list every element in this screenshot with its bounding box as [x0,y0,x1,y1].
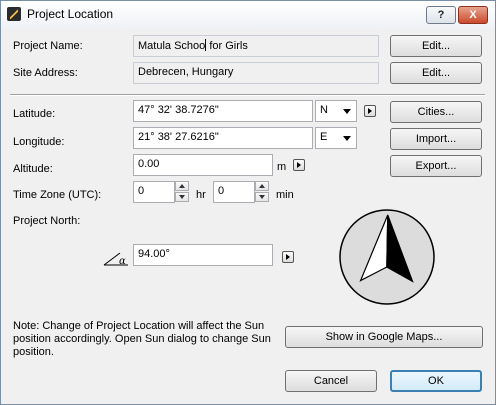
site-address-label: Site Address: [13,67,78,79]
project-name-edit-button[interactable]: Edit... [390,35,482,57]
angle-icon: α [103,252,128,267]
title-bar: Project Location ? X [1,1,495,29]
altitude-unit: m [277,161,287,173]
help-button[interactable]: ? [426,6,456,24]
chevron-down-icon [343,109,351,114]
chevron-down-icon [343,136,351,141]
close-button[interactable]: X [458,6,488,24]
project-north-arrow-icon[interactable] [282,251,294,263]
angle-symbol: α [119,256,126,267]
project-north-input[interactable]: 94.00° [133,244,273,266]
stepper-up-icon[interactable] [255,181,269,191]
altitude-input[interactable]: 0.00 [133,154,273,176]
site-address-edit-button[interactable]: Edit... [390,62,482,84]
sun-note: Note: Change of Project Location will af… [13,320,271,358]
longitude-label: Longitude: [13,136,65,148]
ok-button[interactable]: OK [390,370,482,392]
project-name-value: Matula Schoo [138,40,206,52]
stepper-up-icon[interactable] [175,181,189,191]
project-name-value-rest: for Girls [209,40,248,52]
altitude-arrow-icon[interactable] [293,159,305,171]
window-title: Project Location [27,7,114,21]
longitude-hemisphere-select[interactable]: E [315,127,357,149]
site-address-field[interactable]: Debrecen, Hungary [133,62,379,84]
latitude-label: Latitude: [13,108,56,120]
text-cursor [205,39,207,51]
cancel-button[interactable]: Cancel [285,370,377,392]
north-compass-icon[interactable] [337,207,437,307]
time-zone-label: Time Zone (UTC): [13,189,102,201]
project-location-dialog: Project Location ? X Project Name: Matul… [0,0,496,405]
stepper-down-icon[interactable] [255,192,269,202]
hours-stepper[interactable] [175,181,189,203]
export-button[interactable]: Export... [390,155,482,177]
separator [10,94,485,96]
time-zone-hours-input[interactable]: 0 [133,181,175,203]
minutes-unit: min [276,189,294,201]
minutes-stepper[interactable] [255,181,269,203]
latitude-hemisphere-select[interactable]: N [315,100,357,122]
time-zone-minutes-input[interactable]: 0 [213,181,255,203]
project-north-label: Project North: [13,215,81,227]
longitude-input[interactable]: 21° 38' 27.6216" [133,127,313,149]
stepper-down-icon[interactable] [175,192,189,202]
project-name-label: Project Name: [13,40,83,52]
cities-button[interactable]: Cities... [390,101,482,123]
latitude-arrow-icon[interactable] [364,105,376,117]
altitude-label: Altitude: [13,163,53,175]
hours-unit: hr [196,189,206,201]
project-name-field[interactable]: Matula Schoo for Girls [133,35,379,57]
show-in-google-maps-button[interactable]: Show in Google Maps... [285,326,483,348]
import-button[interactable]: Import... [390,128,482,150]
longitude-hemisphere-value: E [320,131,328,143]
latitude-hemisphere-value: N [320,104,328,116]
latitude-input[interactable]: 47° 32' 38.7276" [133,100,313,122]
archicad-icon [7,7,21,21]
